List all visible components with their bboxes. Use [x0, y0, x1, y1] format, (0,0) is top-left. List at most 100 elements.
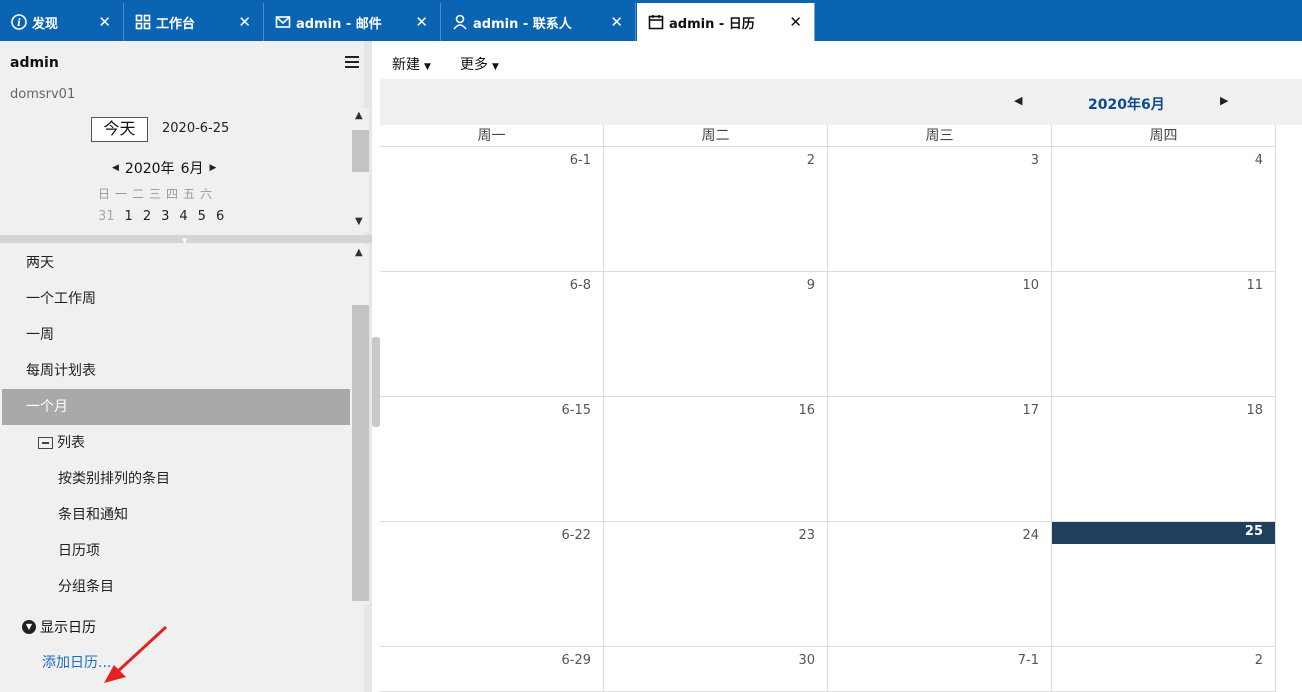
close-icon[interactable]: ✕ [415, 13, 428, 31]
sidebar-splitter[interactable] [372, 337, 380, 427]
mini-day[interactable]: 5 [198, 209, 206, 224]
next-month-icon[interactable]: ▶ [209, 163, 216, 173]
tab-contacts[interactable]: admin - 联系人 ✕ [441, 3, 636, 41]
day-cell[interactable]: 23 [604, 522, 828, 647]
view-two-days[interactable]: 两天 [0, 245, 350, 281]
tab-label: 工作台 [156, 16, 196, 32]
day-number: 2 [1254, 653, 1263, 668]
day-cell[interactable]: 24 [828, 522, 1052, 647]
more-button-label: 更多 [460, 57, 488, 73]
tab-mail[interactable]: admin - 邮件 ✕ [264, 3, 441, 41]
mini-days-row: 31 1 2 3 4 5 6 [98, 209, 224, 224]
close-icon[interactable]: ✕ [98, 13, 111, 31]
day-cell[interactable]: 9 [604, 272, 828, 397]
view-week[interactable]: 一周 [0, 317, 350, 353]
weekday-header: 周四 [1052, 125, 1276, 147]
folder-list[interactable]: 列表 [0, 425, 350, 461]
prev-month-icon[interactable]: ◀ [112, 163, 119, 173]
mini-day[interactable]: 3 [161, 209, 169, 224]
list-grouped-items[interactable]: 分组条目 [0, 569, 350, 605]
day-number: 17 [1022, 403, 1039, 418]
day-cell[interactable]: 16 [604, 397, 828, 522]
mail-icon [274, 13, 292, 31]
next-month-icon[interactable]: ▶ [1220, 94, 1228, 107]
today-button[interactable]: 今天 [91, 117, 148, 142]
tab-label: 发现 [32, 16, 59, 32]
apps-icon [134, 13, 152, 31]
day-cell[interactable]: 7-1 [828, 647, 1052, 692]
annotation-arrow-icon [104, 625, 168, 683]
scrollbar-thumb[interactable] [352, 305, 369, 601]
mini-month-nav: ◀ 2020年 6月 ▶ [112, 158, 216, 178]
view-list: 两天 一个工作周 一周 每周计划表 一个月 列表 按类别排列的条目 条目和通知 … [0, 245, 350, 605]
mini-calendar-scrollbar[interactable]: ▲ ▼ [352, 108, 369, 232]
new-button[interactable]: 新建 ▼ [392, 54, 431, 74]
day-cell[interactable]: 2 [1052, 647, 1276, 692]
day-number: 11 [1246, 278, 1263, 293]
toolbar: 新建 ▼ 更多 ▼ [380, 41, 1302, 79]
day-number: 10 [1022, 278, 1039, 293]
hamburger-menu-icon[interactable] [345, 56, 359, 68]
view-month[interactable]: 一个月 [2, 389, 350, 425]
today-highlight [1052, 522, 1275, 544]
mini-month: 6月 [180, 161, 204, 177]
prev-month-icon[interactable]: ◀ [1014, 94, 1022, 107]
day-number: 9 [806, 278, 815, 293]
chevron-down-icon: ▼ [22, 620, 36, 634]
view-work-week[interactable]: 一个工作周 [0, 281, 350, 317]
show-calendars-label: 显示日历 [40, 620, 96, 636]
mini-day[interactable]: 4 [179, 209, 187, 224]
list-entries-notices[interactable]: 条目和通知 [0, 497, 350, 533]
tab-bar: i 发现 ✕ 工作台 ✕ admin - 邮件 ✕ admin - 联系人 ✕ … [0, 0, 1302, 41]
today-cell[interactable]: 25 [1052, 522, 1276, 647]
day-number: 6-22 [561, 528, 591, 543]
scrollbar-thumb[interactable] [352, 130, 369, 172]
scroll-up-icon[interactable]: ▲ [355, 247, 363, 258]
tab-label: admin - 日历 [669, 16, 755, 32]
user-name: admin [10, 55, 59, 71]
pane-divider[interactable]: ▼ [0, 235, 372, 245]
day-cell[interactable]: 10 [828, 272, 1052, 397]
mini-day[interactable]: 1 [125, 209, 133, 224]
day-cell[interactable]: 3 [828, 147, 1052, 272]
mini-day[interactable]: 31 [98, 209, 115, 224]
day-number: 3 [1030, 153, 1039, 168]
view-weekly-planner[interactable]: 每周计划表 [0, 353, 350, 389]
folder-collapse-icon[interactable] [38, 437, 53, 449]
day-cell[interactable]: 6-15 [380, 397, 604, 522]
close-icon[interactable]: ✕ [238, 13, 251, 31]
list-by-category[interactable]: 按类别排列的条目 [0, 461, 350, 497]
more-button[interactable]: 更多 ▼ [460, 54, 499, 74]
day-cell[interactable]: 2 [604, 147, 828, 272]
tab-discover[interactable]: i 发现 ✕ [0, 3, 124, 41]
day-number: 6-1 [569, 153, 591, 168]
scroll-down-icon[interactable]: ▼ [355, 216, 363, 227]
calendar-icon [647, 13, 665, 31]
day-cell[interactable]: 30 [604, 647, 828, 692]
day-cell[interactable]: 11 [1052, 272, 1276, 397]
day-cell[interactable]: 6-1 [380, 147, 604, 272]
caret-down-icon: ▼ [492, 62, 499, 72]
close-icon[interactable]: ✕ [610, 13, 623, 31]
weekday-header: 周一 [380, 125, 604, 147]
scroll-up-icon[interactable]: ▲ [355, 110, 363, 121]
day-cell[interactable]: 6-22 [380, 522, 604, 647]
show-calendars-toggle[interactable]: ▼ 显示日历 [22, 617, 96, 637]
tab-workbench[interactable]: 工作台 ✕ [124, 3, 264, 41]
day-cell[interactable]: 6-8 [380, 272, 604, 397]
day-number: 16 [798, 403, 815, 418]
day-cell[interactable]: 6-29 [380, 647, 604, 692]
close-icon[interactable]: ✕ [789, 13, 802, 31]
list-calendar-items[interactable]: 日历项 [0, 533, 350, 569]
mini-day[interactable]: 6 [216, 209, 224, 224]
day-number: 4 [1254, 153, 1263, 168]
contact-icon [451, 13, 469, 31]
mini-day[interactable]: 2 [143, 209, 151, 224]
day-cell[interactable]: 18 [1052, 397, 1276, 522]
day-cell[interactable]: 4 [1052, 147, 1276, 272]
day-cell[interactable]: 17 [828, 397, 1052, 522]
month-grid: 周一 周二 周三 周四 6-1 2 3 4 6-8 9 10 11 6-15 1… [380, 125, 1302, 692]
tab-calendar[interactable]: admin - 日历 ✕ [637, 3, 815, 41]
view-list-scrollbar[interactable]: ▲ [352, 245, 369, 605]
calendar-header: ◀ 2020年6月 ▶ [380, 79, 1302, 125]
